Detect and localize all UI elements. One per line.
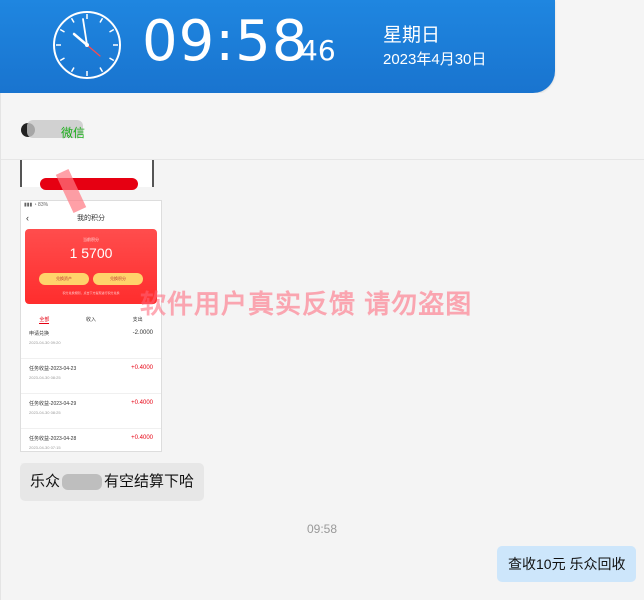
- chat-header: 微信: [1, 93, 644, 160]
- list-item: 任务收益-2023-04-23 2023-04-30 08:25 +0.4000: [21, 365, 161, 394]
- row-title: 任务收益-2023-04-28: [29, 436, 77, 442]
- row-amount: -2.0000: [132, 330, 153, 336]
- phone-nav-title: 我的积分: [77, 215, 105, 222]
- message-image-screenshot[interactable]: ▮▮▮ ◔ 83% ‹ 我的积分 当前积分 1 5700 兑换资产 兑换积分 积…: [20, 200, 162, 464]
- clock-banner: 09:58 46 星期日 2023年4月30日: [0, 0, 555, 93]
- points-card: 当前积分 1 5700 兑换资产 兑换积分 积分兑换规则，点击下方提现进行积分兑…: [25, 229, 157, 304]
- incoming-message-end: 有空结算下哈: [104, 473, 195, 490]
- row-date: 2023-04-30 07:15: [29, 445, 61, 450]
- image-red-button: [40, 178, 138, 190]
- outgoing-message-bubble[interactable]: 查收10元 乐众回收: [497, 546, 637, 582]
- row-amount: +0.4000: [131, 435, 153, 441]
- phone-status-bar: ▮▮▮ ◔ 83%: [24, 202, 49, 208]
- back-arrow-icon: ‹: [26, 213, 29, 223]
- row-amount: +0.4000: [131, 365, 153, 371]
- row-title: 任务收益-2023-04-23: [29, 366, 77, 372]
- exchange-points-button: 兑换积分: [93, 273, 143, 285]
- card-note: 积分兑换规则，点击下方提现进行积分兑换: [62, 291, 120, 295]
- clock-seconds: 46: [300, 34, 336, 67]
- clock-time: 09:58: [142, 9, 309, 74]
- message-timestamp: 09:58: [306, 522, 338, 536]
- exchange-asset-button: 兑换资产: [39, 273, 89, 285]
- row-amount: +0.4000: [131, 400, 153, 406]
- phone-nav: ‹ 我的积分: [21, 213, 161, 229]
- points-value: 1 5700: [69, 245, 113, 261]
- watermark-text: 软件用户真实反馈 请勿盗图: [140, 289, 473, 319]
- row-date: 2023-04-30 09:20: [29, 340, 61, 345]
- points-label: 当前积分: [83, 237, 99, 242]
- clock-weekday: 星期日: [383, 25, 441, 46]
- blurred-text: [62, 474, 103, 491]
- row-date: 2023-04-30 08:25: [29, 375, 61, 380]
- phone-tab: 全部: [39, 317, 50, 324]
- list-item: 任务收益-2023-04-29 2023-04-30 08:25 +0.4000: [21, 400, 161, 429]
- clock-date: 2023年4月30日: [383, 51, 487, 68]
- analog-clock-icon: [53, 11, 121, 79]
- row-title: 任务收益-2023-04-29: [29, 401, 77, 407]
- list-item: 申请兑换 2023-04-30 09:20 -2.0000: [21, 330, 161, 359]
- row-date: 2023-04-30 08:25: [29, 410, 61, 415]
- contact-name[interactable]: 微信: [61, 124, 85, 141]
- incoming-message-start: 乐众: [30, 473, 61, 490]
- row-title: 申请兑换: [29, 331, 50, 337]
- phone-tab: 收入: [85, 317, 96, 323]
- incoming-message-bubble[interactable]: 乐众 有空结算下哈: [20, 463, 205, 501]
- message-image-fragment[interactable]: [20, 160, 154, 190]
- list-item: 任务收益-2023-04-28 2023-04-30 07:15 +0.4000: [21, 435, 161, 464]
